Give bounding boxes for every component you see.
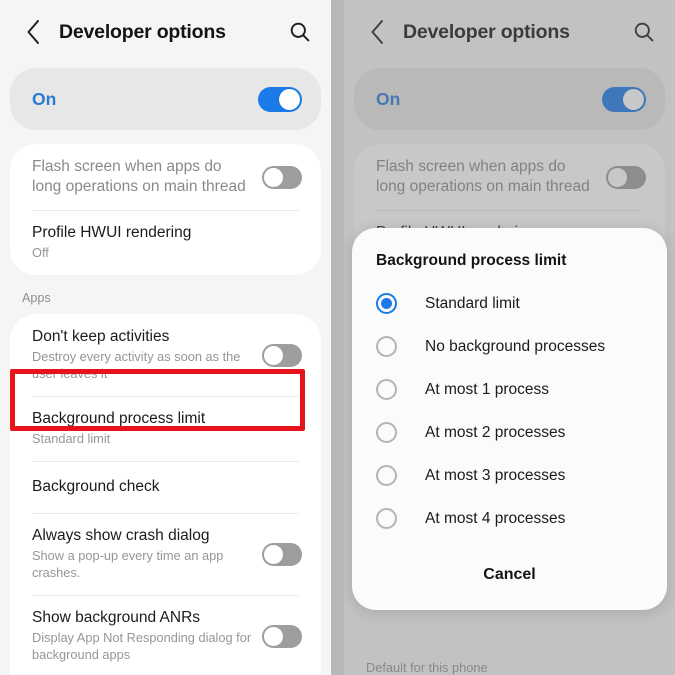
radio-button-icon[interactable] — [376, 508, 397, 529]
radio-button-icon[interactable] — [376, 336, 397, 357]
radio-button-icon[interactable] — [376, 293, 397, 314]
search-button[interactable] — [283, 15, 317, 49]
row-text: Background check — [32, 477, 302, 497]
row-title: Background process limit — [32, 410, 206, 428]
toggle-knob — [264, 167, 283, 187]
row-dont-keep-activities[interactable]: Don't keep activities Destroy every acti… — [10, 314, 321, 396]
row-title: Always show crash dialog — [32, 527, 210, 545]
row-subtitle: Standard limit — [32, 431, 111, 447]
always-show-crash-dialog-toggle[interactable] — [262, 542, 302, 566]
toggle-knob — [264, 544, 283, 564]
toggle-knob — [264, 626, 283, 646]
row-text: Flash screen when apps do long operation… — [32, 157, 262, 197]
row-background-check[interactable]: Background check — [10, 461, 321, 513]
dialog-option-label: At most 3 processes — [425, 466, 566, 484]
dialog-option-label: At most 4 processes — [425, 509, 566, 527]
dialog-option-at-most-1[interactable]: At most 1 process — [352, 368, 667, 411]
back-button[interactable] — [16, 15, 50, 49]
show-background-anrs-toggle[interactable] — [262, 624, 302, 648]
row-subtitle: Show a pop-up every time an app crashes. — [32, 548, 224, 581]
row-text: Don't keep activities Destroy every acti… — [32, 327, 262, 383]
row-title: Don't keep activities — [32, 328, 170, 346]
section-caption-apps: Apps — [22, 291, 51, 306]
row-title: Show background ANRs — [32, 609, 201, 627]
screenshot-stage: Developer options On Flash screen when a… — [0, 0, 675, 675]
dialog-actions: Cancel — [352, 540, 667, 596]
chevron-left-icon — [27, 20, 39, 44]
left-panel-content: Developer options On Flash screen when a… — [0, 0, 331, 675]
dialog-option-standard-limit[interactable]: Standard limit — [352, 282, 667, 325]
developer-options-master-card[interactable]: On — [10, 68, 321, 130]
dialog-option-label: No background processes — [425, 337, 606, 355]
radio-button-icon[interactable] — [376, 379, 397, 400]
row-background-process-limit[interactable]: Background process limit Standard limit — [10, 396, 321, 461]
dialog-title: Background process limit — [376, 252, 567, 269]
dialog-option-at-most-3[interactable]: At most 3 processes — [352, 454, 667, 497]
app-bar: Developer options — [0, 0, 331, 64]
row-text: Show background ANRs Display App Not Res… — [32, 608, 262, 664]
page-title: Developer options — [59, 20, 226, 43]
left-phone-panel: Developer options On Flash screen when a… — [0, 0, 331, 675]
row-show-background-anrs[interactable]: Show background ANRs Display App Not Res… — [10, 595, 321, 675]
dialog-option-label: At most 2 processes — [425, 423, 566, 441]
row-subtitle: Off — [32, 245, 49, 261]
dialog-option-at-most-2[interactable]: At most 2 processes — [352, 411, 667, 454]
row-text: Profile HWUI rendering Off — [32, 223, 302, 262]
dialog-option-at-most-4[interactable]: At most 4 processes — [352, 497, 667, 540]
row-text: Background process limit Standard limit — [32, 409, 302, 448]
search-icon — [290, 22, 310, 42]
row-always-show-crash-dialog[interactable]: Always show crash dialog Show a pop-up e… — [10, 513, 321, 595]
dont-keep-activities-toggle[interactable] — [262, 343, 302, 367]
row-title: Profile HWUI rendering — [32, 224, 192, 242]
row-subtitle: Display App Not Responding dialog for ba… — [32, 630, 252, 663]
flash-screen-toggle[interactable] — [262, 165, 302, 189]
background-process-limit-dialog: Background process limit Standard limit … — [352, 228, 667, 610]
apps-settings-group: Don't keep activities Destroy every acti… — [10, 314, 321, 675]
dialog-option-label: Standard limit — [425, 294, 520, 312]
cancel-button[interactable]: Cancel — [463, 562, 555, 588]
right-phone-panel: Developer options On Flash screen when a… — [344, 0, 675, 675]
toggle-knob — [279, 88, 300, 110]
row-flash-screen[interactable]: Flash screen when apps do long operation… — [10, 144, 321, 210]
toggle-knob — [264, 345, 283, 365]
row-title: Background check — [32, 478, 160, 496]
dialog-option-no-background-processes[interactable]: No background processes — [352, 325, 667, 368]
row-title: Flash screen when apps do long operation… — [32, 158, 246, 196]
master-switch-toggle[interactable] — [258, 86, 302, 112]
dialog-option-label: At most 1 process — [425, 380, 550, 398]
master-switch-label: On — [32, 88, 57, 109]
radio-button-icon[interactable] — [376, 465, 397, 486]
row-subtitle: Destroy every activity as soon as the us… — [32, 349, 241, 382]
row-text: Always show crash dialog Show a pop-up e… — [32, 526, 262, 582]
row-profile-hwui[interactable]: Profile HWUI rendering Off — [10, 210, 321, 275]
misc-settings-group: Flash screen when apps do long operation… — [10, 144, 321, 276]
radio-button-icon[interactable] — [376, 422, 397, 443]
